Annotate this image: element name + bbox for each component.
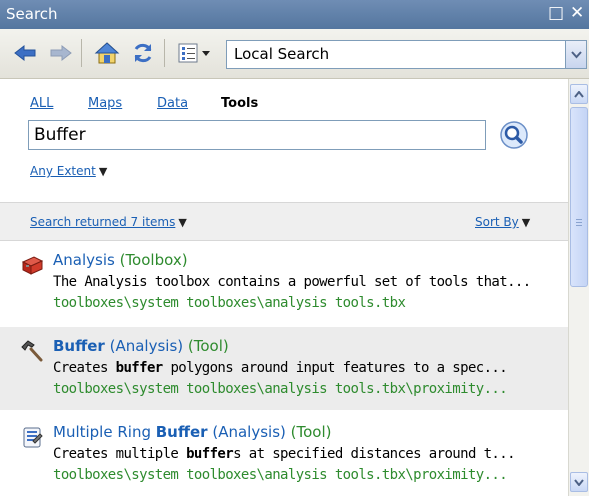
- extent-label: Any Extent: [30, 164, 96, 178]
- tab-tools[interactable]: Tools: [221, 96, 258, 111]
- result-kind: (Tool): [187, 337, 229, 355]
- result-description: Creates multiple buffers at specified di…: [53, 446, 563, 462]
- result-description-highlight: buffer: [115, 360, 164, 376]
- result-path: toolboxes\system toolboxes\analysis tool…: [53, 295, 406, 311]
- back-arrow-icon[interactable]: [10, 38, 40, 68]
- list-item[interactable]: Multiple Ring Buffer (Analysis) (Tool) C…: [0, 413, 568, 496]
- window-titlebar: Search □ ✕: [0, 0, 589, 29]
- result-description-highlight: buffer: [186, 446, 234, 462]
- scroll-up-button[interactable]: [570, 84, 588, 104]
- result-kind: (Tool): [290, 423, 332, 441]
- result-path: toolboxes\system toolboxes\analysis tool…: [53, 467, 508, 483]
- restore-button[interactable]: □: [548, 3, 564, 23]
- result-title-highlight: Buffer: [53, 337, 105, 355]
- result-path: toolboxes\system toolboxes\analysis tool…: [53, 381, 508, 397]
- chevron-down-icon: ▼: [178, 216, 187, 229]
- chevron-down-icon: ▼: [521, 216, 531, 229]
- close-button[interactable]: ✕: [570, 3, 584, 23]
- results-summary: Search returned 7 items: [30, 215, 176, 229]
- results-list: Analysis (Toolbox) The Analysis toolbox …: [0, 241, 568, 496]
- chevron-down-icon[interactable]: [566, 40, 587, 69]
- toolbar-separator: [164, 39, 165, 67]
- result-title[interactable]: Buffer (Analysis) (Tool): [53, 337, 229, 355]
- result-description-text: Creates: [53, 360, 116, 376]
- result-title-text: (Analysis): [104, 337, 184, 355]
- results-status-bar: Search returned 7 items ▼ Sort By ▼: [0, 202, 568, 241]
- search-input[interactable]: [28, 120, 486, 150]
- window-title: Search: [6, 5, 58, 23]
- vertical-scrollbar[interactable]: [568, 79, 589, 496]
- search-icon[interactable]: [499, 120, 529, 150]
- refresh-icon[interactable]: [128, 38, 158, 68]
- forward-arrow-icon[interactable]: [46, 38, 76, 68]
- tab-data[interactable]: Data: [157, 96, 188, 111]
- sort-by-label: Sort By: [475, 215, 519, 229]
- result-description: Creates buffer polygons around input fea…: [53, 360, 563, 376]
- result-title-text: Analysis: [53, 251, 115, 269]
- toolbox-icon: [20, 253, 44, 277]
- result-title[interactable]: Multiple Ring Buffer (Analysis) (Tool): [53, 423, 332, 441]
- result-title-highlight: Buffer: [155, 423, 208, 441]
- result-description-text: s at specified distances around t...: [233, 446, 515, 462]
- result-kind: (Toolbox): [119, 251, 188, 269]
- tab-all[interactable]: ALL: [30, 96, 53, 111]
- location-select[interactable]: Local Search: [226, 40, 566, 69]
- toolbar-separator: [81, 39, 82, 67]
- result-description: The Analysis toolbox contains a powerful…: [53, 274, 531, 290]
- script-tool-icon: [20, 425, 44, 449]
- toolbar: Local Search: [0, 29, 589, 79]
- list-item[interactable]: Buffer (Analysis) (Tool) Creates buffer …: [0, 327, 568, 410]
- dropdown-arrow-icon[interactable]: [198, 38, 214, 68]
- results-summary-dropdown[interactable]: Search returned 7 items ▼: [30, 215, 187, 229]
- result-title-text: Multiple Ring: [53, 423, 156, 441]
- scrollbar-thumb[interactable]: [570, 107, 588, 287]
- search-panel: ALL Maps Data Tools Any Extent▼: [0, 79, 568, 206]
- chevron-down-icon: ▼: [98, 165, 108, 178]
- scroll-down-button[interactable]: [570, 472, 588, 492]
- result-description-text: polygons around input features to a spec…: [162, 360, 508, 376]
- hammer-tool-icon: [20, 339, 44, 363]
- result-title-text: (Analysis): [207, 423, 286, 441]
- sort-by-dropdown[interactable]: Sort By ▼: [475, 215, 530, 229]
- list-item[interactable]: Analysis (Toolbox) The Analysis toolbox …: [0, 241, 568, 324]
- home-icon[interactable]: [92, 38, 122, 68]
- result-title[interactable]: Analysis (Toolbox): [53, 251, 188, 269]
- extent-dropdown[interactable]: Any Extent ▼: [30, 164, 107, 178]
- result-description-text: Creates multiple: [53, 446, 187, 462]
- tab-maps[interactable]: Maps: [88, 96, 122, 111]
